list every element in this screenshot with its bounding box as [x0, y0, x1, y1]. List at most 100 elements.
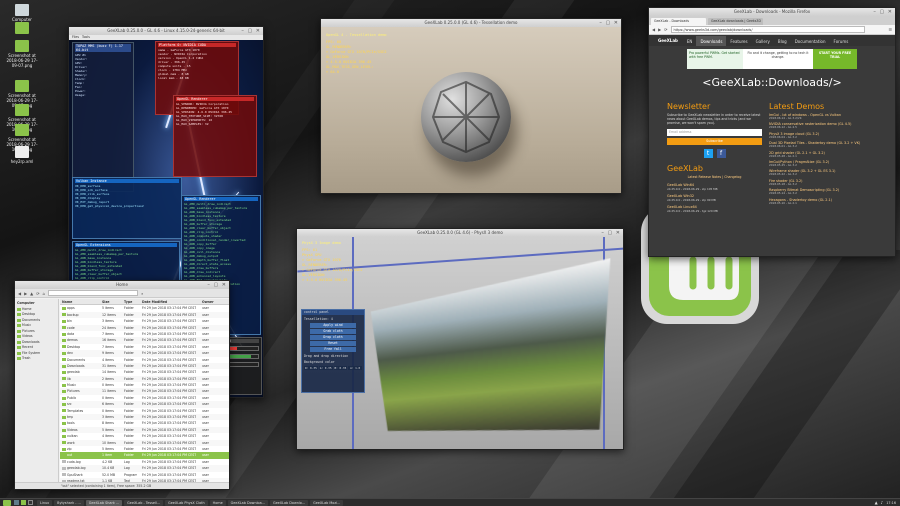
- color-field[interactable]: B: 0.35: [333, 366, 348, 370]
- forward-icon[interactable]: ▶: [24, 291, 27, 296]
- site-nav-item[interactable]: Features: [726, 36, 751, 47]
- demo-item[interactable]: Hexagons - Shadertoy demo (GL 2.1) 2018.0…: [769, 198, 889, 205]
- taskbar-window-button[interactable]: Bytyshark - ...: [54, 499, 84, 506]
- control-button[interactable]: Grab cloth: [310, 329, 356, 334]
- show-desktop-icon[interactable]: [14, 500, 19, 505]
- reload-icon[interactable]: ⟳: [36, 291, 39, 296]
- demo-item[interactable]: ImGui - lot of windows - OpenGL vs Vulka…: [769, 113, 889, 120]
- window-controls[interactable]: – ▢ ✕: [599, 20, 619, 26]
- color-field[interactable]: R: 0.35: [304, 366, 318, 370]
- folder-icon: [62, 390, 66, 394]
- volume-icon[interactable]: ♪: [881, 500, 884, 505]
- site-nav-item[interactable]: Documentation: [791, 36, 830, 47]
- tessellation-demo-window[interactable]: GeeXLab 0.25.0.0 (GL 4.6) - Tessellation…: [320, 18, 622, 194]
- email-field[interactable]: Email address: [667, 128, 762, 136]
- window-titlebar[interactable]: GeeXLab 0.25.0.0 (GL 4.6) - PhysX 3 demo…: [297, 229, 623, 237]
- vulkan-info-panel[interactable]: Vulkan Instance VK_KHR_surface VK_KHR_xcb…: [72, 177, 182, 239]
- gpu-info-panel[interactable]: TOPAZ MMS (buzz F) 1.17 64-bit GPU #1 Ven…: [72, 42, 134, 192]
- demo-item[interactable]: Dual 3D Pixelad Tiles - Shadertoy demo (…: [769, 141, 889, 148]
- column-header[interactable]: Size: [100, 299, 122, 304]
- site-nav-item[interactable]: Gallery: [752, 36, 774, 47]
- browser-tab[interactable]: GeeXLab downloads | Geeks3D: [708, 18, 763, 25]
- home-icon[interactable]: ⌂: [43, 291, 46, 296]
- terminal-launcher-icon[interactable]: [28, 500, 33, 505]
- path-bar[interactable]: [48, 290, 139, 296]
- menu-icon[interactable]: [3, 499, 11, 506]
- ad-banner[interactable]: Pro powerful PWMs. Get started with free…: [687, 49, 857, 69]
- clock[interactable]: 17:16: [886, 501, 896, 505]
- site-nav-item[interactable]: Blog: [774, 36, 791, 47]
- url-bar[interactable]: https://www.geeks3d.com/geexlab/download…: [670, 26, 866, 33]
- up-icon[interactable]: ▲: [30, 291, 33, 296]
- site-nav-item[interactable]: Downloads: [696, 35, 727, 47]
- demo-item[interactable]: 2D grid shader (GL 2.1 + GL 3.2) 2018.05.…: [769, 151, 889, 158]
- sidebar-item[interactable]: Trash: [17, 356, 56, 362]
- opengl-info-panel[interactable]: OpenGL Renderer GL_VENDOR: NVIDIA Corpor…: [173, 95, 257, 177]
- search-icon[interactable]: ⌕: [141, 291, 143, 296]
- files-launcher-icon[interactable]: [21, 500, 26, 505]
- color-field[interactable]: G: 0.35: [318, 366, 333, 370]
- reload-icon[interactable]: ⟳: [664, 27, 667, 32]
- desktop-icon[interactable]: Screenshot at 2018-06-29 17-09-07.png: [4, 40, 40, 68]
- back-icon[interactable]: ◀: [18, 291, 21, 296]
- taskbar-window-button[interactable]: GeeXLab Shark ...: [85, 499, 123, 506]
- window-controls[interactable]: – ▢ ✕: [241, 28, 261, 34]
- demo-item[interactable]: ImGui/Python / PragmAtize (GL 3.2) 2018.0…: [769, 160, 889, 167]
- column-header[interactable]: Owner: [200, 299, 224, 304]
- desktop-icon[interactable]: hey2rp.xml: [4, 146, 40, 164]
- demo-item[interactable]: Raspberry Bitmat Demoscripting (GL 3.2) 2…: [769, 188, 889, 195]
- taskbar-window-button[interactable]: GeeXLab PhysX Cloth: [165, 499, 208, 506]
- taskbar-window-button[interactable]: GeeXLab - Tessell...: [124, 499, 164, 506]
- column-header[interactable]: Type: [122, 299, 140, 304]
- demo-item[interactable]: NVIDIA conservative rasterization demo (…: [769, 122, 889, 129]
- taskbar-window-button[interactable]: Home: [209, 499, 226, 506]
- site-nav-item[interactable]: EN: [683, 36, 697, 47]
- taskbar-window-button[interactable]: GeeXLab Downloa...: [227, 499, 268, 506]
- window-titlebar[interactable]: GeeXLab - Downloads - Mozilla Firefox – …: [649, 8, 895, 16]
- column-header[interactable]: Name: [60, 299, 100, 304]
- facebook-icon[interactable]: f: [716, 148, 726, 158]
- control-button[interactable]: Free fall: [310, 347, 356, 352]
- site-brand[interactable]: GeeXLab: [653, 36, 683, 46]
- control-label: Tessellation: 4: [304, 317, 333, 321]
- column-header[interactable]: Date Modified: [140, 299, 200, 304]
- download-item[interactable]: GeeXLab Linux64 v0.25.0.0 - 2018-06-29 - …: [667, 205, 762, 213]
- download-item[interactable]: GeeXLab Win32 v0.25.0.0 - 2018-06-29 - zi…: [667, 194, 762, 202]
- forward-icon[interactable]: ▶: [658, 27, 661, 32]
- window-titlebar[interactable]: GeeXLab 0.25.0.0 - GL 4.6 - Linux 4.15.0…: [69, 27, 263, 35]
- site-nav-item[interactable]: Forums: [830, 36, 853, 47]
- window-controls[interactable]: – ▢ ✕: [601, 230, 621, 236]
- window-controls[interactable]: – ▢ ✕: [873, 9, 893, 15]
- back-icon[interactable]: ◀: [652, 27, 655, 32]
- color-field[interactable]: A: 1.0: [348, 366, 362, 370]
- download-item[interactable]: GeeXLab Win64 v0.25.0.0 - 2018-06-29 - zi…: [667, 183, 762, 191]
- taskbar-window-button[interactable]: GeeXLab Mozi...: [310, 499, 344, 506]
- demo-item[interactable]: Fire shader (GL 3.2) 2018.05.18 - GL 3.2: [769, 179, 889, 186]
- taskbar-window-button[interactable]: Linux: [37, 499, 53, 506]
- window-titlebar[interactable]: GeeXLab 0.25.0.0 (GL 4.6) - Tessellation…: [321, 19, 621, 27]
- control-button[interactable]: Apply wind: [310, 323, 356, 328]
- firefox-window[interactable]: GeeXLab - Downloads - Mozilla Firefox – …: [648, 7, 896, 257]
- menu-tools[interactable]: Tools: [82, 35, 90, 39]
- menu-files[interactable]: Files: [72, 35, 79, 39]
- window-titlebar[interactable]: Home – ▢ ✕: [15, 281, 229, 289]
- desktop-icon[interactable]: Computer: [4, 4, 40, 22]
- control-button[interactable]: Reset: [310, 341, 356, 346]
- browser-tab[interactable]: GeeXLab - Downloads: [651, 18, 706, 25]
- subscribe-button[interactable]: Subscribe: [667, 137, 762, 145]
- control-button[interactable]: Drop cloth: [310, 335, 356, 340]
- taskbar-window-button[interactable]: GeeXLab Downlo...: [269, 499, 309, 506]
- demo-item[interactable]: PhysX 3 image cloud (GL 3.2) 2018.06.04 -…: [769, 132, 889, 139]
- control-panel[interactable]: control panel Tessellation: 4 Apply wind G…: [301, 309, 365, 393]
- file-manager-window[interactable]: Home – ▢ ✕ ◀ ▶ ▲ ⟳ ⌂ ⌕ Computer Home Desk…: [14, 280, 230, 490]
- twitter-icon[interactable]: t: [703, 148, 713, 158]
- release-notes-link[interactable]: Latest Release Notes | Changelog: [667, 175, 762, 179]
- ad-right[interactable]: START YOUR FREE TRIAL: [813, 49, 857, 69]
- demo-item[interactable]: Wireframe shader (GL 3.2 + GL ES 3.1) 201…: [769, 169, 889, 176]
- physx-demo-window[interactable]: GeeXLab 0.25.0.0 (GL 4.6) - PhysX 3 demo…: [296, 228, 624, 450]
- network-icon[interactable]: ▲: [875, 500, 878, 505]
- menu-icon[interactable]: ☰: [888, 27, 892, 32]
- desktop-icon[interactable]: [4, 22, 40, 35]
- folder-icon: [62, 339, 66, 343]
- window-controls[interactable]: – ▢ ✕: [207, 282, 227, 288]
